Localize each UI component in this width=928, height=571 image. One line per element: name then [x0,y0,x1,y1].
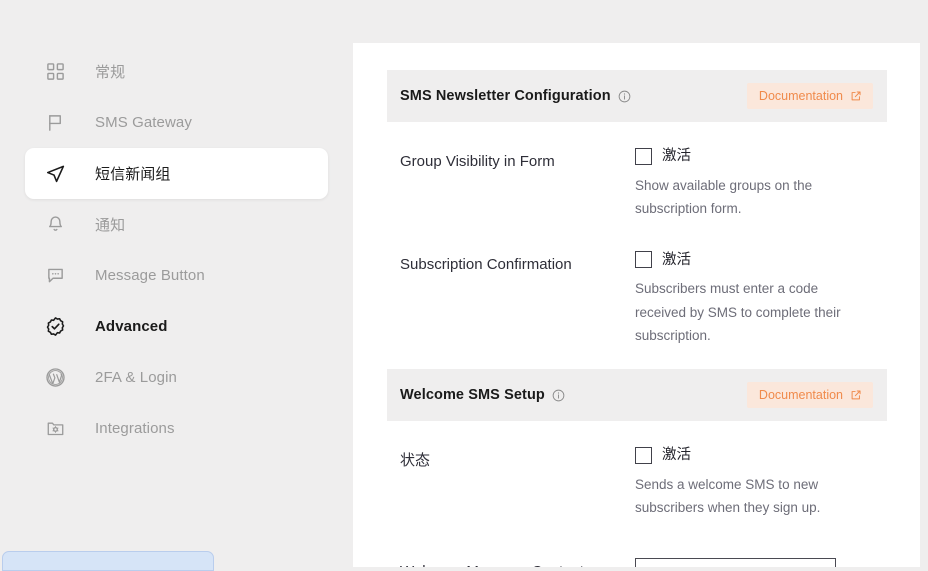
field-control: 激活 Show available groups on the subscrip… [635,148,887,220]
documentation-label: Documentation [758,89,843,103]
sidebar-item-2fa-login[interactable]: 2FA & Login [25,352,328,403]
section-header-sms-newsletter: SMS Newsletter Configuration Documentati… [387,70,887,122]
documentation-button[interactable]: Documentation [746,382,873,409]
sidebar-item-label: 2FA & Login [95,369,177,386]
sidebar-item-label: 通知 [95,217,126,234]
sidebar-item-message-button[interactable]: Message Button [25,250,328,301]
sidebar-item-general[interactable]: 常规 [25,46,328,97]
flag-icon [42,110,68,136]
external-link-icon [850,389,862,401]
sidebar-item-label: 短信新闻组 [95,166,171,183]
field-help-text: Show available groups on the subscriptio… [635,178,813,217]
sidebar-item-label: 常规 [95,64,126,81]
checkbox-welcome-status[interactable]: 激活 [635,447,887,465]
info-circle-icon[interactable] [618,90,631,103]
checkbox-label: 激活 [662,148,691,165]
field-label: Subscription Confirmation [400,256,572,274]
sidebar-item-label: Message Button [95,267,205,284]
sidebar: 常规 SMS Gateway 短信新闻组 通知 Message Button A… [0,0,353,571]
grid-icon [42,59,68,85]
checkbox-subscription-confirmation[interactable]: 激活 [635,251,887,269]
row-spacer [353,520,920,558]
app-root: 常规 SMS Gateway 短信新闻组 通知 Message Button A… [0,0,928,571]
settings-panel: SMS Newsletter Configuration Documentati… [353,43,920,567]
checkbox-box[interactable] [635,148,652,165]
paper-plane-icon [42,161,68,187]
field-control: 激活 Sends a welcome SMS to new subscriber… [635,447,887,519]
field-row-welcome-message: Welcome Message Content [353,557,920,567]
field-control [635,557,887,567]
sidebar-item-sms-gateway[interactable]: SMS Gateway [25,97,328,148]
wordpress-icon [42,365,68,391]
checkbox-box[interactable] [635,251,652,269]
field-label: Welcome Message Content [400,558,635,567]
section-header-welcome-sms: Welcome SMS Setup Documentation [387,369,887,422]
checkbox-label: 激活 [662,447,691,464]
field-help-text: Subscribers must enter a code received b… [635,281,841,343]
field-label: 状态 [400,452,431,470]
bell-icon [42,212,68,238]
sidebar-item-label: Advanced [95,318,168,335]
folder-gear-icon [42,416,68,442]
info-circle-icon[interactable] [552,389,565,402]
sidebar-item-advanced[interactable]: Advanced [25,301,328,352]
field-label: Group Visibility in Form [400,153,555,170]
bottom-status-strip[interactable] [2,551,214,571]
documentation-label: Documentation [758,388,843,403]
checkbox-group-visibility[interactable]: 激活 [635,148,887,165]
badge-check-icon [42,314,68,340]
welcome-message-textarea[interactable] [635,557,836,567]
right-gutter [920,0,928,567]
sidebar-item-integrations[interactable]: Integrations [25,403,328,454]
external-link-icon [850,90,862,102]
documentation-button[interactable]: Documentation [746,83,873,109]
field-row-group-visibility: Group Visibility in Form 激活 Show availab… [353,148,920,220]
sidebar-item-sms-newsletter[interactable]: 短信新闻组 [25,148,328,199]
sidebar-item-label: SMS Gateway [95,114,192,131]
row-spacer [353,220,920,251]
field-row-welcome-status: 状态 激活 Sends a welcome SMS to new subscri… [353,447,920,519]
section-title: SMS Newsletter Configuration [400,88,611,104]
chat-bubble-icon [42,263,68,289]
checkbox-box[interactable] [635,447,652,465]
section-title-wrap: SMS Newsletter Configuration [400,88,631,104]
field-control: 激活 Subscribers must enter a code receive… [635,251,887,347]
checkbox-label: 激活 [662,251,691,268]
field-help-text: Sends a welcome SMS to new subscribers w… [635,477,821,516]
section-title-wrap: Welcome SMS Setup [400,387,565,403]
sidebar-item-notifications[interactable]: 通知 [25,199,328,250]
section-title: Welcome SMS Setup [400,387,545,404]
field-row-subscription-confirmation: Subscription Confirmation 激活 Subscribers… [353,251,920,347]
sidebar-item-label: Integrations [95,420,175,437]
